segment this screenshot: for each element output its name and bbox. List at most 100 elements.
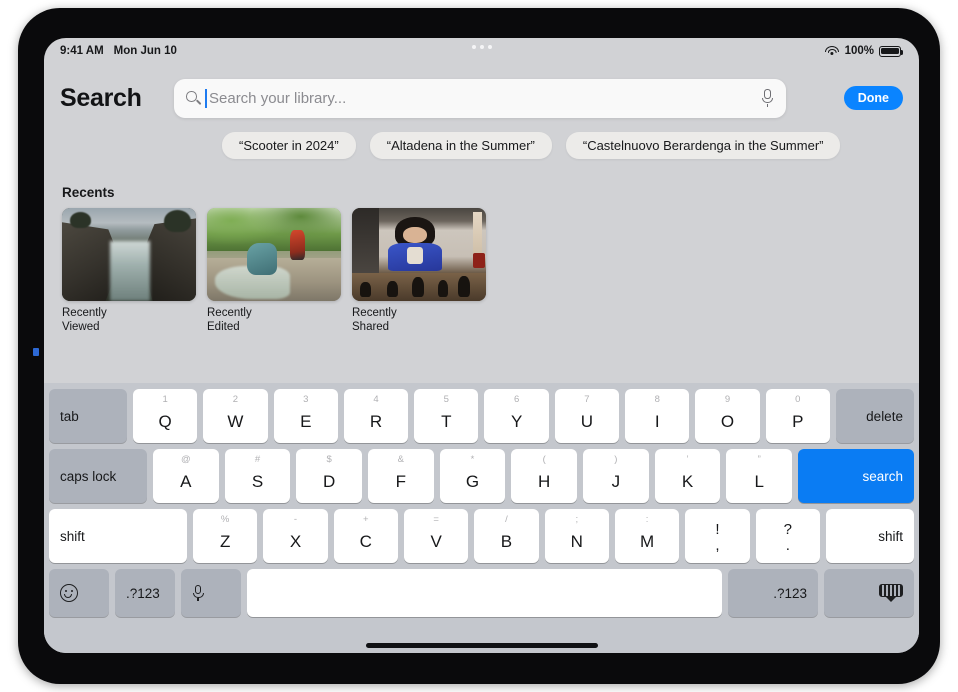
key-alt-label: * <box>470 454 475 465</box>
key-b[interactable]: / B <box>474 509 539 563</box>
key-m[interactable]: :M <box>614 509 680 563</box>
key-l[interactable]: ” L <box>726 449 793 503</box>
key-caps-lock[interactable]: caps lock <box>49 449 147 503</box>
key-label: F <box>395 471 407 491</box>
key-alt-label: ” <box>757 454 761 465</box>
key-shift-left[interactable]: shift <box>49 509 187 563</box>
key-dictation[interactable] <box>181 569 241 617</box>
search-icon <box>186 91 201 105</box>
recently-edited-thumbnail[interactable] <box>207 208 341 301</box>
key-c[interactable]: + C <box>333 509 398 563</box>
key-alt-label: # <box>254 454 261 465</box>
key-label: I <box>654 411 660 431</box>
bezel-annotation-mark <box>33 348 39 356</box>
key-x[interactable]: -X <box>263 509 328 563</box>
key-o[interactable]: 9O <box>695 389 760 443</box>
key-label: T <box>441 411 452 431</box>
key-question-period[interactable]: ? . <box>755 509 820 563</box>
three-dots-icon[interactable] <box>471 45 492 49</box>
recent-item-recently-shared[interactable]: Recently Shared <box>352 208 486 334</box>
status-time: 9:41 AM <box>60 45 104 57</box>
person-crouching <box>247 243 277 275</box>
key-exclamation-comma[interactable]: ! , <box>685 509 750 563</box>
key-p[interactable]: 0P <box>765 389 830 443</box>
wall-panel <box>352 208 379 274</box>
key-alt-label: ! <box>715 521 720 538</box>
wifi-icon <box>825 45 840 57</box>
on-screen-keyboard: tab 1Q 2W 3E 4R 5T 6Y 7U 8I 9O 0P delete… <box>44 383 919 653</box>
key-label: .?123 <box>126 585 160 601</box>
key-label: O <box>720 411 735 431</box>
key-label: V <box>430 531 442 551</box>
key-alt-label: 5 <box>443 394 449 405</box>
search-header: Search Search your library... Done <box>44 76 919 120</box>
key-alt-label: ; <box>575 514 579 525</box>
key-label: G <box>465 471 480 491</box>
key-k[interactable]: ’ K <box>654 449 721 503</box>
recently-shared-thumbnail[interactable] <box>352 208 486 301</box>
coast-tree <box>163 209 191 233</box>
key-tab[interactable]: tab <box>49 389 127 443</box>
keyboard-row-4: .?123 .?123 <box>49 569 914 617</box>
key-s[interactable]: # S <box>224 449 291 503</box>
key-t[interactable]: 5T <box>414 389 479 443</box>
key-y[interactable]: 6Y <box>484 389 549 443</box>
key-label: C <box>359 531 372 551</box>
key-numbers-right[interactable]: .?123 <box>728 569 818 617</box>
key-emoji[interactable] <box>49 569 109 617</box>
key-space[interactable] <box>247 569 722 617</box>
recents-section: Recents Recently Viewed Recently Edited … <box>62 185 486 334</box>
suggestion-chip[interactable]: “Altadena in the Summer” <box>369 132 552 159</box>
done-button[interactable]: Done <box>843 86 903 110</box>
search-input[interactable]: Search your library... <box>174 78 786 118</box>
key-alt-label: ’ <box>686 454 689 465</box>
recently-viewed-thumbnail[interactable] <box>62 208 196 301</box>
key-r[interactable]: 4R <box>343 389 409 443</box>
key-g[interactable]: * G <box>439 449 506 503</box>
recent-label-line1: Recently <box>62 307 107 319</box>
key-label: K <box>681 471 694 491</box>
suggestion-chip[interactable]: “Scooter in 2024” <box>222 132 356 159</box>
suggestion-chip[interactable]: “Castelnuovo Berardenga in the Summer” <box>565 132 841 159</box>
key-label: L <box>754 471 764 491</box>
home-indicator[interactable] <box>365 643 598 648</box>
key-f[interactable]: & F <box>368 449 434 503</box>
key-delete[interactable]: delete <box>835 389 914 443</box>
key-q[interactable]: 1Q <box>133 389 198 443</box>
recent-label-line2: Shared <box>352 321 390 333</box>
ipad-screen: 9:41 AM Mon Jun 10 100% Search Search yo… <box>44 38 919 653</box>
recent-label-line2: Edited <box>207 321 240 333</box>
ipad-device-frame: 9:41 AM Mon Jun 10 100% Search Search yo… <box>18 8 940 684</box>
key-alt-label: 4 <box>373 394 379 405</box>
key-v[interactable]: = V <box>403 509 469 563</box>
recent-item-recently-viewed[interactable]: Recently Viewed <box>62 208 196 334</box>
key-numbers-left[interactable]: .?123 <box>115 569 175 617</box>
key-label: delete <box>866 408 903 424</box>
key-shift-right[interactable]: shift <box>825 509 914 563</box>
key-w[interactable]: 2W <box>203 389 268 443</box>
key-label: Z <box>219 531 231 551</box>
dismiss-keyboard-icon <box>879 584 903 602</box>
key-u[interactable]: 7U <box>554 389 620 443</box>
key-a[interactable]: @ A <box>153 449 219 503</box>
text-caret <box>205 88 207 108</box>
key-h[interactable]: (H <box>511 449 578 503</box>
key-dismiss-keyboard[interactable] <box>824 569 914 617</box>
keyboard-row-3: shift % Z -X + C = V / B ; N :M ! , ? . shift <box>49 509 914 563</box>
key-label: U <box>580 411 594 431</box>
microphone-icon <box>192 584 204 602</box>
recent-item-label: Recently Edited <box>207 306 341 334</box>
key-e[interactable]: 3E <box>273 389 338 443</box>
key-alt-label: 9 <box>724 394 731 405</box>
search-placeholder: Search your library... <box>209 89 347 107</box>
key-label: S <box>251 471 264 491</box>
key-z[interactable]: % Z <box>193 509 258 563</box>
key-search-return[interactable]: search <box>798 449 915 503</box>
key-alt-label: + <box>363 514 369 525</box>
key-n[interactable]: ; N <box>544 509 609 563</box>
microphone-icon[interactable] <box>761 89 774 107</box>
recent-item-recently-edited[interactable]: Recently Edited <box>207 208 341 334</box>
key-j[interactable]: ) J <box>583 449 649 503</box>
key-i[interactable]: 8I <box>625 389 690 443</box>
key-d[interactable]: $ D <box>296 449 363 503</box>
